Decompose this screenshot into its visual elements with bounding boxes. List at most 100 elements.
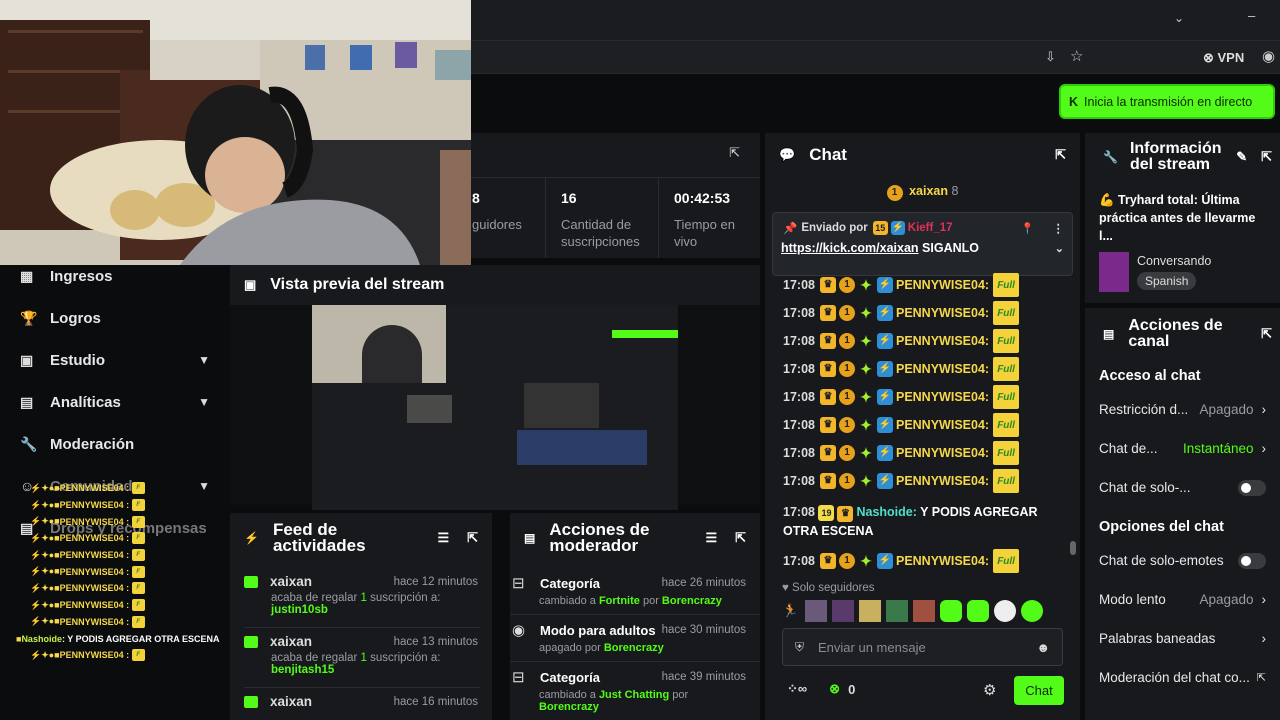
chat-message[interactable]: 17:08 ♛ 1 ✦ ⚡ PENNYWISE04: Full xyxy=(765,327,1080,355)
overlay-line: ⚡✦●■ PENNYWISE04 : F xyxy=(30,513,230,530)
pinned-link[interactable]: https://kick.com/xaixan xyxy=(781,241,919,255)
document-icon: ▤ xyxy=(524,531,536,545)
chat-message[interactable]: 17:08 ♛ 1 ✦ ⚡ PENNYWISE04: Full xyxy=(765,355,1080,383)
setting-emotes-only[interactable]: Chat de solo-emotes xyxy=(1085,541,1280,580)
feed-item[interactable]: xaixan hace 12 minutos acaba de regalar … xyxy=(230,574,492,616)
chat-message-nashoide[interactable]: 17:08 19 ♛ Nashoide: Y PODIS AGREGAR OTRA … xyxy=(765,495,1080,541)
profile-icon[interactable]: ◉ xyxy=(1262,47,1275,65)
vpn-label: VPN xyxy=(1217,50,1245,65)
emoji-icon[interactable]: ☻ xyxy=(1036,640,1050,655)
popout-icon[interactable]: ⇱ xyxy=(1261,326,1272,342)
verified-icon: ⚡ xyxy=(876,553,893,569)
sidebar-item-analiticas[interactable]: ▤ Analíticas ▼ xyxy=(0,381,230,423)
gift-icon xyxy=(244,575,258,588)
setting-chat-delay[interactable]: Chat de... Instantáneo › xyxy=(1085,429,1280,468)
chevron-down-icon[interactable]: ⌄ xyxy=(1055,242,1064,255)
emote-icon[interactable]: 🏃 xyxy=(782,603,800,619)
emote-icon[interactable] xyxy=(805,600,827,622)
sidebar-item-ingresos[interactable]: ▦ Ingresos xyxy=(0,255,230,297)
emote-icon[interactable] xyxy=(859,600,881,622)
feed-item[interactable]: xaixan hace 16 minutos xyxy=(230,694,492,709)
star-icon[interactable]: ☆ xyxy=(1070,47,1083,65)
chat-message[interactable]: 17:08 ♛ 1 ✦ ⚡ PENNYWISE04: Full xyxy=(765,467,1080,495)
mod-actions-title: Acciones de moderador xyxy=(549,520,650,555)
settings-gear-icon[interactable]: ⚙ xyxy=(983,681,996,699)
emote-full: Full xyxy=(993,441,1020,465)
emote-icon[interactable] xyxy=(832,600,854,622)
emote-icon[interactable] xyxy=(967,600,989,622)
emote-icon[interactable] xyxy=(913,600,935,622)
filter-icon[interactable]: ☰ xyxy=(705,530,717,546)
chat-options-heading: Opciones del chat xyxy=(1099,519,1224,535)
start-stream-button[interactable]: K Inicia la transmisión en directo xyxy=(1061,86,1273,117)
star-badge-icon: ✦ xyxy=(860,445,872,461)
crown-icon: ♛ xyxy=(819,389,836,405)
send-chat-button[interactable]: Chat xyxy=(1014,676,1064,705)
chat-access-heading: Acceso al chat xyxy=(1099,368,1201,384)
chat-message[interactable]: 17:08 ♛ 1 ✦ ⚡ PENNYWISE04: Full xyxy=(765,299,1080,327)
chat-message[interactable]: 17:08 ♛ 1 ✦ ⚡ PENNYWISE04: Full xyxy=(765,271,1080,299)
studio-icon: ▣ xyxy=(20,351,34,368)
toggle-switch[interactable] xyxy=(1238,552,1266,569)
bar-chart-icon: ▦ xyxy=(20,267,34,284)
emote-icon[interactable] xyxy=(994,600,1016,622)
edit-icon[interactable]: ✎ xyxy=(1236,149,1247,165)
start-stream-label: Inicia la transmisión en directo xyxy=(1084,94,1253,109)
kick-points-icon[interactable]: ⊗ xyxy=(829,681,840,697)
webcam-video xyxy=(0,0,471,265)
chevron-down-icon: ▼ xyxy=(198,353,210,367)
mod-action-item[interactable]: ⊟ Categoría hace 26 minutos cambiado a F… xyxy=(510,574,760,607)
chat-footer-left: ⁘∞ ⊗ 0 xyxy=(787,681,856,697)
sidebar-item-moderacion[interactable]: 🔧 Moderación xyxy=(0,423,230,465)
wrench-icon: 🔧 xyxy=(20,435,38,452)
mod-action-item[interactable]: ◉ Modo para adultos hace 30 minutos apag… xyxy=(510,621,760,654)
emote-icon[interactable] xyxy=(886,600,908,622)
overlay-line: ⚡✦●■ PENNYWISE04 : F xyxy=(30,597,230,614)
eye-icon: ◉ xyxy=(512,622,526,639)
activity-feed-title: Feed de actividades xyxy=(272,520,366,555)
setting-banned-words[interactable]: Palabras baneadas › xyxy=(1085,619,1280,658)
emote-full: Full xyxy=(993,549,1020,573)
filter-icon[interactable]: ☰ xyxy=(437,530,449,546)
emote-icon[interactable] xyxy=(1021,600,1043,622)
mod-action-item[interactable]: ⊟ Categoría hace 39 minutos cambiado a J… xyxy=(510,668,760,713)
pin-icon[interactable]: 📍 xyxy=(1021,222,1035,235)
more-icon[interactable]: ⋮ xyxy=(1053,221,1065,235)
download-icon[interactable]: ⇩ xyxy=(1045,49,1056,65)
sidebar-item-estudio[interactable]: ▣ Estudio ▼ xyxy=(0,339,230,381)
emote-icon[interactable] xyxy=(940,600,962,622)
popout-icon[interactable]: ⇱ xyxy=(735,530,746,546)
chat-message[interactable]: 17:08 ♛ 1 ✦ ⚡ PENNYWISE04: Full xyxy=(765,383,1080,411)
chevron-down-icon[interactable]: ⌄ xyxy=(1174,11,1184,25)
setting-chat-moderation[interactable]: Moderación del chat co... ⇱ xyxy=(1085,658,1280,697)
sidebar-item-logros[interactable]: 🏆 Logros xyxy=(0,297,230,339)
chat-message[interactable]: 17:08 ♛ 1 ✦ ⚡ PENNYWISE04: Full xyxy=(765,547,1080,575)
vpn-indicator[interactable]: ⊗ VPN xyxy=(1203,50,1244,66)
toggle-switch[interactable] xyxy=(1238,479,1266,496)
channel-actions-panel: ▤ Acciones de canal ⇱ Acceso al chat Res… xyxy=(1085,308,1280,720)
stream-info-panel: 🔧 Información del stream ✎ ⇱ 💪 Tryhard t… xyxy=(1085,133,1280,303)
popout-icon[interactable]: ⇱ xyxy=(1261,149,1272,165)
category-name[interactable]: Conversando xyxy=(1137,254,1211,268)
stream-preview-video xyxy=(312,305,678,510)
pinned-message[interactable]: 📌 Enviado por 15 ⚡ Kieff_17 📍 ⋮ https://… xyxy=(772,212,1073,276)
setting-followers-only[interactable]: Chat de solo-... xyxy=(1085,468,1280,507)
star-badge-icon: ✦ xyxy=(860,305,872,321)
trophy-icon: 🏆 xyxy=(20,309,38,326)
top-gifter: 1 xaixan 8 xyxy=(765,177,1080,205)
users-icon[interactable]: ⁘∞ xyxy=(787,681,807,697)
setting-slow-mode[interactable]: Modo lento Apagado › xyxy=(1085,580,1280,619)
popout-icon[interactable]: ⇱ xyxy=(729,145,740,161)
category-icon: ⊟ xyxy=(512,575,525,592)
chat-scrollbar[interactable] xyxy=(1070,541,1076,555)
chat-input[interactable]: ⛨ Enviar un mensaje ☻ xyxy=(782,628,1063,666)
verified-icon: ⚡ xyxy=(876,361,893,377)
setting-restriction[interactable]: Restricción d... Apagado › xyxy=(1085,390,1280,429)
popout-icon[interactable]: ⇱ xyxy=(1055,147,1066,163)
star-badge-icon: ✦ xyxy=(860,389,872,405)
chat-message[interactable]: 17:08 ♛ 1 ✦ ⚡ PENNYWISE04: Full xyxy=(765,439,1080,467)
chat-message[interactable]: 17:08 ♛ 1 ✦ ⚡ PENNYWISE04: Full xyxy=(765,411,1080,439)
minimize-icon[interactable]: – xyxy=(1248,8,1255,23)
popout-icon[interactable]: ⇱ xyxy=(467,530,478,546)
feed-item[interactable]: xaixan hace 13 minutos acaba de regalar … xyxy=(230,634,492,676)
